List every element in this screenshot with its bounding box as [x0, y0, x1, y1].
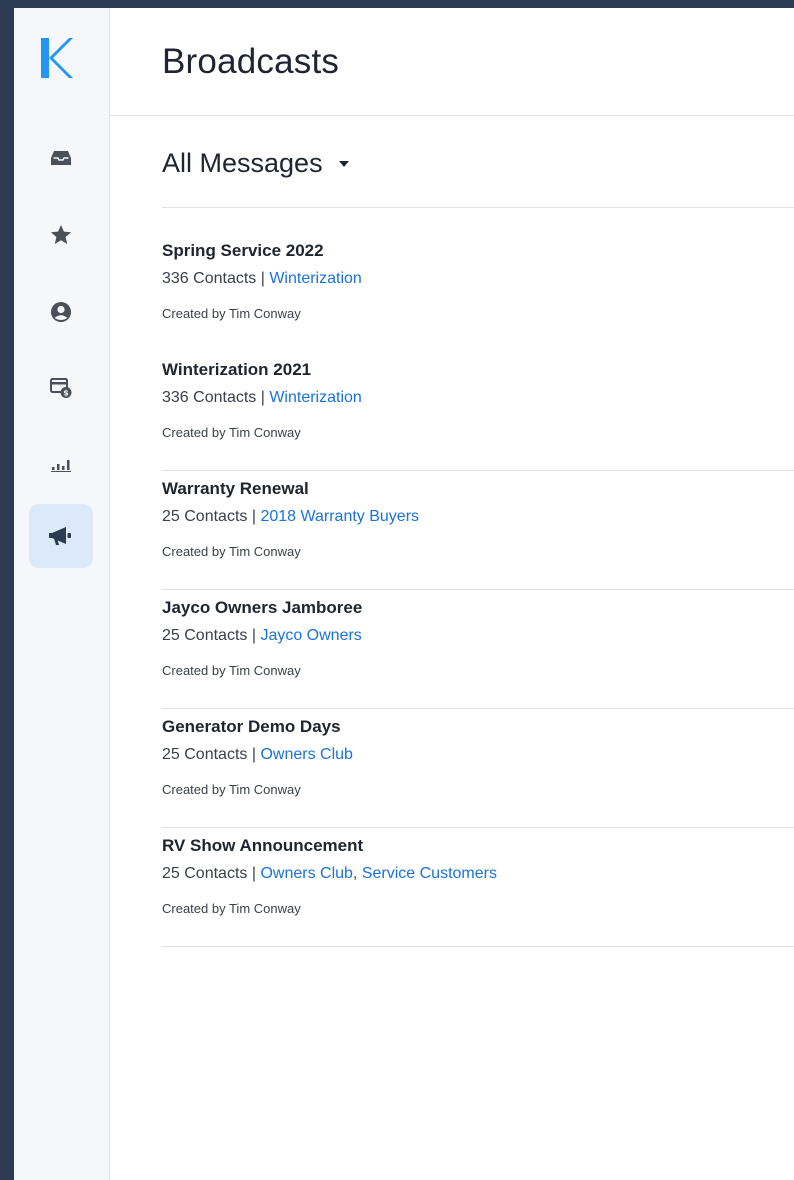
created-by: Created by Tim Conway: [162, 663, 301, 678]
created-by: Created by Tim Conway: [162, 306, 301, 321]
contact-count: 25 Contacts: [162, 865, 248, 882]
meta-separator: |: [256, 270, 270, 287]
divider: [162, 207, 794, 208]
nav-contacts[interactable]: [29, 280, 93, 344]
caret-down-icon: [338, 160, 349, 167]
megaphone-icon: [49, 525, 73, 547]
main-content: Broadcasts All Messages Spring Service 2…: [110, 8, 794, 1180]
app-window: $ Broadcasts All Messages Spring Service…: [14, 8, 794, 1180]
contact-count: 336 Contacts: [162, 389, 257, 406]
broadcast-meta: 336 Contacts | Winterization: [162, 270, 362, 288]
broadcast-meta: 25 Contacts | Owners Club: [162, 746, 353, 764]
broadcast-title[interactable]: Generator Demo Days: [162, 717, 341, 737]
meta-separator: |: [256, 389, 270, 406]
logo[interactable]: [39, 36, 75, 80]
broadcast-row[interactable]: Jayco Owners Jamboree 25 Contacts | Jayco…: [162, 590, 794, 709]
contact-list-link[interactable]: Jayco Owners: [260, 627, 361, 644]
filter-label: All Messages: [162, 148, 323, 178]
broadcast-list: Spring Service 2022 336 Contacts | Winter…: [162, 233, 794, 947]
contact-list-link[interactable]: Winterization: [269, 389, 361, 406]
star-icon: [50, 224, 72, 246]
nav-reports[interactable]: [29, 433, 93, 497]
broadcast-title[interactable]: Spring Service 2022: [162, 241, 324, 261]
inbox-icon: [51, 150, 71, 166]
contact-list-link[interactable]: Winterization: [269, 270, 361, 287]
meta-separator: |: [247, 746, 261, 763]
page-header: Broadcasts: [110, 8, 794, 116]
meta-separator: |: [247, 865, 261, 882]
broadcast-row[interactable]: Warranty Renewal 25 Contacts | 2018 Warra…: [162, 471, 794, 590]
broadcast-title[interactable]: Warranty Renewal: [162, 479, 309, 499]
contact-count: 25 Contacts: [162, 508, 248, 525]
broadcast-row[interactable]: RV Show Announcement 25 Contacts | Owners…: [162, 828, 794, 947]
meta-separator: |: [247, 508, 261, 525]
broadcast-title[interactable]: Winterization 2021: [162, 360, 311, 380]
contact-count: 25 Contacts: [162, 627, 248, 644]
nav-billing[interactable]: $: [29, 356, 93, 420]
broadcast-row[interactable]: Spring Service 2022 336 Contacts | Winter…: [162, 233, 794, 352]
broadcast-title[interactable]: Jayco Owners Jamboree: [162, 598, 362, 618]
contact-list-link[interactable]: Owners Club: [260, 746, 352, 763]
reports-icon: [51, 458, 71, 472]
nav-broadcasts[interactable]: [29, 504, 93, 568]
broadcast-title[interactable]: RV Show Announcement: [162, 836, 363, 856]
page-title: Broadcasts: [162, 41, 340, 81]
broadcast-meta: 25 Contacts | Owners Club, Service Custo…: [162, 865, 497, 883]
broadcast-row[interactable]: Generator Demo Days 25 Contacts | Owners …: [162, 709, 794, 828]
created-by: Created by Tim Conway: [162, 425, 301, 440]
contact-list-link[interactable]: 2018 Warranty Buyers: [260, 508, 419, 525]
nav-inbox[interactable]: [29, 126, 93, 190]
meta-separator: |: [247, 627, 261, 644]
billing-icon: $: [50, 377, 72, 399]
contact-count: 25 Contacts: [162, 746, 248, 763]
message-filter-dropdown[interactable]: All Messages: [162, 148, 349, 179]
created-by: Created by Tim Conway: [162, 782, 301, 797]
contact-list-link[interactable]: Owners Club: [260, 865, 352, 882]
created-by: Created by Tim Conway: [162, 901, 301, 916]
contact-count: 336 Contacts: [162, 270, 257, 287]
sidebar: $: [14, 8, 110, 1180]
nav-starred[interactable]: [29, 203, 93, 267]
contact-icon: [50, 301, 72, 323]
broadcast-meta: 25 Contacts | Jayco Owners: [162, 627, 362, 645]
broadcast-row[interactable]: Winterization 2021 336 Contacts | Winteri…: [162, 352, 794, 471]
broadcast-meta: 25 Contacts | 2018 Warranty Buyers: [162, 508, 419, 526]
svg-text:$: $: [63, 389, 69, 398]
contact-list-link[interactable]: Service Customers: [362, 865, 497, 882]
created-by: Created by Tim Conway: [162, 544, 301, 559]
broadcast-meta: 336 Contacts | Winterization: [162, 389, 362, 407]
list-joiner: ,: [352, 865, 362, 882]
